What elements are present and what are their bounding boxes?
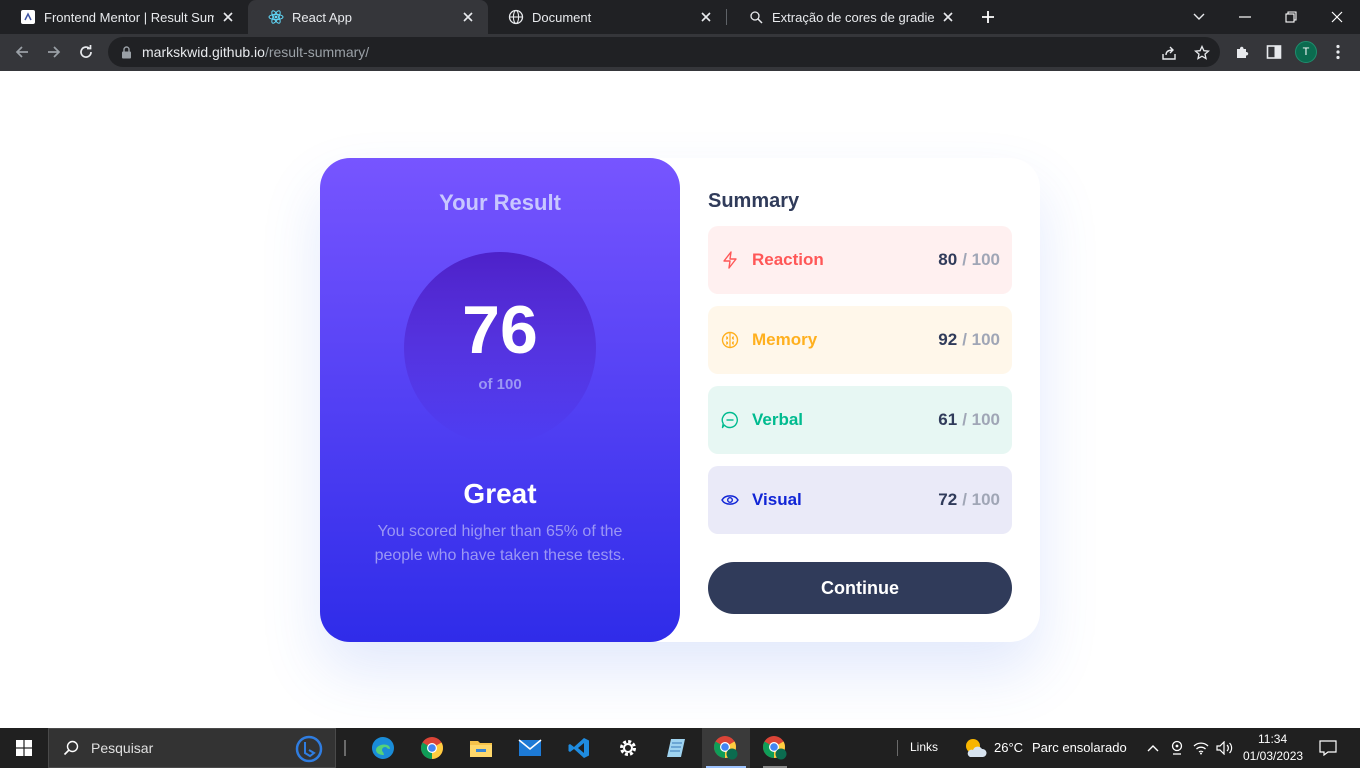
url-text: markskwid.github.io/result-summary/ <box>142 44 369 60</box>
summary-item-score: 92 <box>938 330 958 349</box>
tab-title: Extração de cores de gradiente de <box>772 9 934 25</box>
result-panel: Your Result 76 of 100 Great You scored h… <box>320 158 680 642</box>
extension-icon <box>748 9 764 25</box>
summary-item-verbal: Verbal 61 / 100 <box>708 386 1012 454</box>
chevron-up-icon[interactable] <box>1143 738 1163 758</box>
tab-react-app[interactable]: React App <box>248 0 488 34</box>
react-icon <box>268 9 284 25</box>
summary-item-reaction: Reaction 80 / 100 <box>708 226 1012 294</box>
result-description: You scored higher than 65% of the people… <box>374 523 626 564</box>
browser-tab-strip: Frontend Mentor | Result Summary React A… <box>0 0 1360 34</box>
tab-gradient-extraction[interactable]: Extração de cores de gradiente de <box>728 0 968 34</box>
tab-frontend-mentor[interactable]: Frontend Mentor | Result Summary <box>0 0 248 34</box>
forward-button[interactable] <box>40 38 68 66</box>
chrome-profile-active-icon[interactable] <box>702 728 750 768</box>
reload-button[interactable] <box>72 38 100 66</box>
back-button[interactable] <box>8 38 36 66</box>
score-value: 76 <box>462 292 538 368</box>
clock-time[interactable]: 11:34 <box>1258 732 1287 746</box>
globe-icon <box>508 9 524 25</box>
url-domain: markskwid.github.io <box>142 44 265 60</box>
volume-icon[interactable] <box>1215 738 1235 758</box>
notifications-icon[interactable] <box>1318 738 1338 758</box>
summary-panel: Summary Reaction 80 / 100 Memory 92 / 10… <box>680 158 1040 642</box>
summary-item-score: 80 <box>938 250 958 269</box>
brain-icon <box>720 330 740 350</box>
windows-start-button[interactable] <box>0 728 48 768</box>
summary-item-max: / 100 <box>962 490 1000 509</box>
close-icon[interactable] <box>698 9 714 25</box>
summary-item-visual: Visual 72 / 100 <box>708 466 1012 534</box>
close-icon[interactable] <box>940 9 956 25</box>
search-icon <box>63 740 79 756</box>
tab-title: React App <box>292 9 352 25</box>
result-summary-card: Your Result 76 of 100 Great You scored h… <box>320 158 1040 642</box>
result-heading: Your Result <box>439 190 561 215</box>
tab-search-chevron-icon[interactable] <box>1176 0 1222 34</box>
result-rating: Great <box>463 478 537 509</box>
profile-avatar[interactable]: T <box>1295 41 1317 63</box>
summary-item-label: Reaction <box>752 250 824 269</box>
tab-document[interactable]: Document <box>488 0 726 34</box>
edge-icon[interactable] <box>359 728 407 768</box>
lightning-icon <box>720 250 740 270</box>
summary-item-label: Memory <box>752 330 818 349</box>
extensions-puzzle-icon[interactable] <box>1228 38 1256 66</box>
side-panel-icon[interactable] <box>1260 38 1288 66</box>
search-placeholder: Pesquisar <box>91 740 154 756</box>
summary-item-score: 61 <box>938 410 958 429</box>
lock-icon <box>121 45 133 59</box>
wifi-icon[interactable] <box>1191 738 1211 758</box>
summary-heading: Summary <box>708 190 800 212</box>
address-bar[interactable]: markskwid.github.io/result-summary/ <box>108 37 1220 67</box>
summary-item-label: Visual <box>752 490 802 509</box>
score-circle: 76 of 100 <box>404 252 596 444</box>
mail-icon[interactable] <box>506 728 554 768</box>
summary-item-max: / 100 <box>962 330 1000 349</box>
summary-item-max: / 100 <box>962 250 1000 269</box>
close-icon[interactable] <box>220 9 236 25</box>
bing-icon[interactable] <box>295 735 323 763</box>
summary-item-label: Verbal <box>752 410 804 429</box>
tab-title: Document <box>532 9 592 25</box>
summary-item-score: 72 <box>938 490 958 509</box>
weather-partly-sunny-icon[interactable] <box>962 736 988 760</box>
eye-icon <box>720 490 740 510</box>
weather-description[interactable]: Parc ensolarado <box>1032 740 1127 755</box>
vscode-icon[interactable] <box>555 728 603 768</box>
webcam-icon[interactable] <box>1167 738 1187 758</box>
share-icon[interactable] <box>1160 44 1178 62</box>
new-tab-button[interactable] <box>976 5 1000 29</box>
minimize-button[interactable] <box>1222 0 1268 34</box>
chrome-icon[interactable] <box>408 728 456 768</box>
taskbar-divider <box>344 740 346 756</box>
settings-gear-icon[interactable] <box>604 728 652 768</box>
browser-toolbar: markskwid.github.io/result-summary/ T <box>0 34 1360 71</box>
score-out-of: of 100 <box>478 376 522 393</box>
restore-button[interactable] <box>1268 0 1314 34</box>
chrome-profile-icon[interactable] <box>751 728 799 768</box>
weather-temperature[interactable]: 26°C <box>994 740 1023 755</box>
summary-item-max: / 100 <box>962 410 1000 429</box>
menu-kebab-icon[interactable] <box>1324 38 1352 66</box>
tab-separator <box>726 9 727 25</box>
taskbar-search-box[interactable]: Pesquisar <box>48 728 336 768</box>
taskbar-divider <box>897 740 898 756</box>
bookmark-star-icon[interactable] <box>1193 44 1211 62</box>
notepad-icon[interactable] <box>653 728 701 768</box>
frontend-mentor-icon <box>20 9 36 25</box>
links-toolbar-label[interactable]: Links <box>910 740 938 754</box>
tab-title: Frontend Mentor | Result Summary <box>44 9 214 25</box>
url-path: /result-summary/ <box>264 44 370 60</box>
continue-button[interactable]: Continue <box>708 562 1012 614</box>
close-icon[interactable] <box>460 9 476 25</box>
close-window-button[interactable] <box>1314 0 1360 34</box>
chat-icon <box>720 410 740 430</box>
file-explorer-icon[interactable] <box>457 728 505 768</box>
summary-item-memory: Memory 92 / 100 <box>708 306 1012 374</box>
windows-taskbar: Pesquisar Links 26°C Parc ensolarado 11:… <box>0 728 1360 768</box>
clock-date[interactable]: 01/03/2023 <box>1243 749 1303 763</box>
